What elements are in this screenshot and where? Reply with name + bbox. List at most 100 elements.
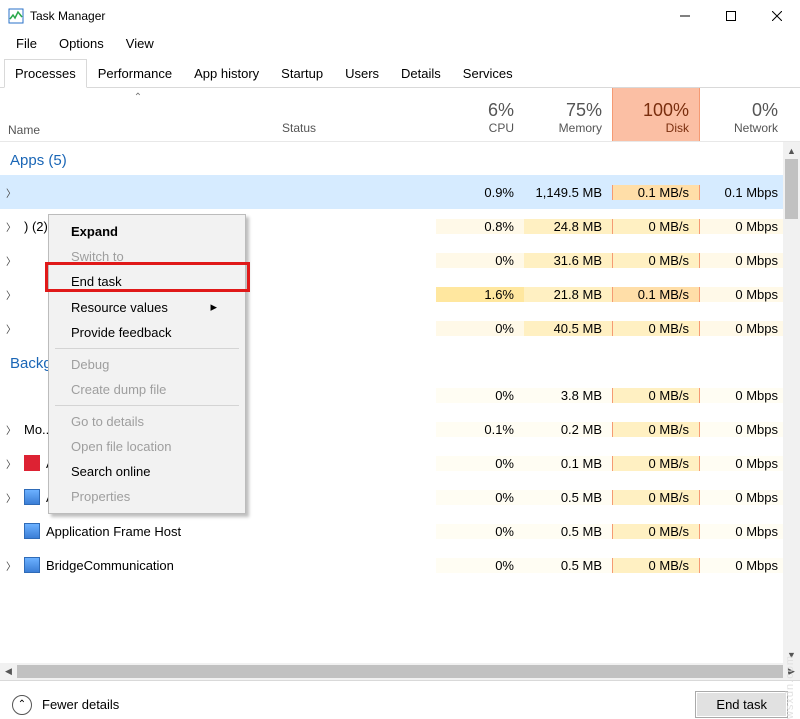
- process-mem: 21.8 MB: [524, 287, 612, 302]
- tab-services[interactable]: Services: [452, 59, 524, 88]
- cm-search-online[interactable]: Search online: [49, 459, 245, 484]
- process-name: BridgeCommunication: [46, 558, 174, 573]
- process-net: 0 Mbps: [700, 524, 788, 539]
- close-button[interactable]: [754, 1, 800, 31]
- expander-icon[interactable]: 〉: [4, 253, 18, 268]
- process-cpu: 1.6%: [436, 287, 524, 302]
- process-cpu: 0.1%: [436, 422, 524, 437]
- process-net: 0 Mbps: [700, 456, 788, 471]
- process-net: 0 Mbps: [700, 219, 788, 234]
- scroll-track[interactable]: [783, 159, 800, 646]
- maximize-button[interactable]: [708, 1, 754, 31]
- process-cpu: 0%: [436, 321, 524, 336]
- cm-go-to-details: Go to details: [49, 409, 245, 434]
- app-icon: [24, 184, 40, 200]
- process-disk: 0.1 MB/s: [612, 287, 700, 302]
- tab-users[interactable]: Users: [334, 59, 390, 88]
- cm-end-task[interactable]: End task: [49, 269, 245, 294]
- process-disk: 0 MB/s: [612, 253, 700, 268]
- group-apps[interactable]: Apps (5): [0, 142, 800, 175]
- scroll-track[interactable]: [17, 663, 783, 680]
- submenu-arrow-icon: ▸: [210, 299, 217, 315]
- process-net: 0 Mbps: [700, 253, 788, 268]
- fewer-details-link[interactable]: Fewer details: [42, 697, 119, 712]
- menu-view[interactable]: View: [116, 34, 164, 53]
- process-cpu: 0%: [436, 490, 524, 505]
- expander-icon[interactable]: 〉: [4, 321, 18, 336]
- vertical-scrollbar[interactable]: ▲ ▼: [783, 142, 800, 663]
- disk-pct: 100%: [643, 100, 689, 121]
- tab-startup[interactable]: Startup: [270, 59, 334, 88]
- expander-icon[interactable]: 〉: [4, 287, 18, 302]
- col-header-name[interactable]: ⌃ Name: [0, 88, 276, 141]
- expander-icon[interactable]: 〉: [4, 422, 18, 437]
- process-name: Application Frame Host: [46, 524, 181, 539]
- scroll-thumb[interactable]: [17, 665, 783, 678]
- process-net: 0 Mbps: [700, 422, 788, 437]
- cm-resource-values[interactable]: Resource values▸: [49, 294, 245, 320]
- menu-options[interactable]: Options: [49, 34, 114, 53]
- tab-app-history[interactable]: App history: [183, 59, 270, 88]
- cpu-pct: 6%: [488, 100, 514, 121]
- process-mem: 1,149.5 MB: [524, 185, 612, 200]
- tab-processes[interactable]: Processes: [4, 59, 87, 88]
- column-headers: ⌃ Name Status 6% CPU 75% Memory 100% Dis…: [0, 88, 800, 142]
- service-icon: [24, 523, 40, 539]
- horizontal-scrollbar[interactable]: ◀ ▶: [0, 663, 800, 680]
- minimize-button[interactable]: [662, 1, 708, 31]
- task-manager-icon: [8, 8, 24, 24]
- menu-file[interactable]: File: [6, 34, 47, 53]
- title-bar: Task Manager: [0, 0, 800, 32]
- process-disk: 0 MB/s: [612, 524, 700, 539]
- cm-separator: [55, 405, 239, 406]
- tab-performance[interactable]: Performance: [87, 59, 183, 88]
- process-net: 0 Mbps: [700, 490, 788, 505]
- network-pct: 0%: [752, 100, 778, 121]
- end-task-button[interactable]: End task: [695, 691, 788, 718]
- process-row[interactable]: 〉 0.9% 1,149.5 MB 0.1 MB/s 0.1 Mbps: [0, 175, 800, 209]
- process-net: 0 Mbps: [700, 287, 788, 302]
- collapse-icon[interactable]: ⌃: [12, 695, 32, 715]
- process-mem: 0.1 MB: [524, 456, 612, 471]
- process-net: 0 Mbps: [700, 321, 788, 336]
- process-cpu: 0%: [436, 388, 524, 403]
- service-icon: [24, 557, 40, 573]
- scroll-left-button[interactable]: ◀: [0, 663, 17, 680]
- process-disk: 0 MB/s: [612, 558, 700, 573]
- cpu-label: CPU: [489, 121, 514, 135]
- cm-open-file-location: Open file location: [49, 434, 245, 459]
- memory-label: Memory: [559, 121, 602, 135]
- process-disk: 0 MB/s: [612, 321, 700, 336]
- cm-provide-feedback[interactable]: Provide feedback: [49, 320, 245, 345]
- expander-icon[interactable]: 〉: [4, 185, 18, 200]
- app-icon: [24, 387, 40, 403]
- network-label: Network: [734, 121, 778, 135]
- process-disk: 0 MB/s: [612, 388, 700, 403]
- process-cpu: 0%: [436, 524, 524, 539]
- process-disk: 0 MB/s: [612, 219, 700, 234]
- expander-icon[interactable]: 〉: [4, 219, 18, 234]
- col-header-disk[interactable]: 100% Disk: [612, 88, 700, 141]
- process-mem: 31.6 MB: [524, 253, 612, 268]
- col-header-memory[interactable]: 75% Memory: [524, 88, 612, 141]
- watermark: wsxdn.com: [784, 655, 796, 719]
- tab-details[interactable]: Details: [390, 59, 452, 88]
- col-header-status[interactable]: Status: [276, 88, 436, 141]
- cm-expand[interactable]: Expand: [49, 219, 245, 244]
- process-mem: 0.5 MB: [524, 558, 612, 573]
- process-mem: 0.2 MB: [524, 422, 612, 437]
- process-row[interactable]: 〉Application Frame Host 0% 0.5 MB 0 MB/s…: [0, 514, 800, 548]
- expander-icon[interactable]: 〉: [4, 456, 18, 471]
- process-mem: 0.5 MB: [524, 490, 612, 505]
- col-header-cpu[interactable]: 6% CPU: [436, 88, 524, 141]
- expander-icon[interactable]: 〉: [4, 558, 18, 573]
- sort-caret-icon: ⌃: [8, 92, 268, 103]
- group-background[interactable]: Background processes: [0, 345, 48, 378]
- scroll-up-button[interactable]: ▲: [783, 142, 800, 159]
- tab-strip: Processes Performance App history Startu…: [0, 58, 800, 88]
- col-header-network[interactable]: 0% Network: [700, 88, 788, 141]
- process-row[interactable]: 〉BridgeCommunication 0% 0.5 MB 0 MB/s 0 …: [0, 548, 800, 582]
- scroll-thumb[interactable]: [785, 159, 798, 219]
- cm-switch-to: Switch to: [49, 244, 245, 269]
- expander-icon[interactable]: 〉: [4, 490, 18, 505]
